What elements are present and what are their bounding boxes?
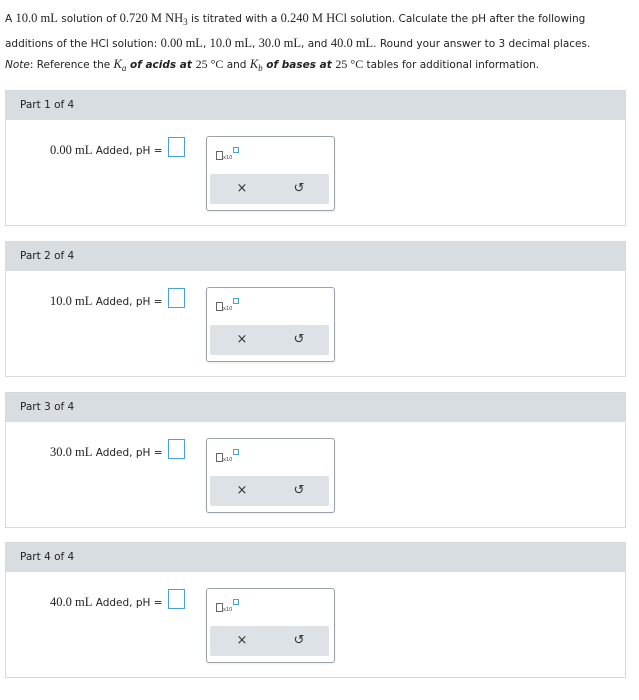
problem-sep: ,	[202, 38, 210, 51]
tool-bar: × ↺	[210, 174, 329, 204]
added-volume: 10.0 mL	[50, 294, 93, 308]
part-4: Part 4 of 4 40.0 mL Added, pH = x10 × ↺	[5, 542, 626, 678]
base-box-icon	[216, 453, 223, 462]
ph-answer-input[interactable]	[168, 589, 185, 609]
x10-text: x10	[223, 306, 233, 312]
math-tool-panel: x10 × ↺	[206, 438, 335, 513]
undo-button[interactable]: ↺	[288, 476, 310, 506]
problem-sep: ,	[251, 38, 259, 51]
clear-button[interactable]: ×	[231, 476, 253, 506]
question-label: 10.0 mL Added, pH =	[50, 294, 163, 309]
part-2: Part 2 of 4 10.0 mL Added, pH = x10 × ↺	[5, 241, 626, 377]
exponent-box-icon	[233, 298, 239, 304]
note-acids: of acids at	[126, 59, 196, 71]
note-label: Note	[5, 59, 30, 71]
label-text: Added, pH =	[92, 447, 163, 459]
ka-symbol: K	[113, 57, 122, 71]
exponent-box-icon	[233, 599, 239, 605]
question-label: 30.0 mL Added, pH =	[50, 445, 163, 460]
added-volume: 0.00 mL	[50, 143, 93, 157]
part-1: Part 1 of 4 0.00 mL Added, pH = x10 × ↺	[5, 90, 626, 226]
note-text: tables for additional information.	[363, 59, 540, 71]
note-text: and	[223, 59, 250, 71]
label-text: Added, pH =	[92, 145, 163, 157]
note-temp: 25 °C	[195, 57, 224, 71]
problem-v2: 10.0 mL	[209, 36, 252, 51]
problem-text: . Round your answer to 3 decimal places.	[373, 38, 591, 51]
question-label: 0.00 mL Added, pH =	[50, 143, 163, 158]
x10-text: x10	[223, 457, 233, 463]
clear-button[interactable]: ×	[231, 174, 253, 204]
exponent-box-icon	[233, 449, 239, 455]
note-text: : Reference the	[29, 59, 114, 71]
tool-bar: × ↺	[210, 325, 329, 355]
math-tool-panel: x10 × ↺	[206, 136, 335, 211]
undo-button[interactable]: ↺	[288, 174, 310, 204]
scientific-notation-button[interactable]: x10	[216, 449, 240, 465]
added-volume: 40.0 mL	[50, 595, 93, 609]
math-tool-panel: x10 × ↺	[206, 287, 335, 362]
label-text: Added, pH =	[92, 597, 163, 609]
ph-answer-input[interactable]	[168, 137, 185, 157]
x10-text: x10	[223, 607, 233, 613]
problem-v4: 40.0 mL	[330, 36, 374, 51]
ph-answer-input[interactable]	[168, 439, 185, 459]
problem-sep: , and	[301, 38, 331, 51]
clear-button[interactable]: ×	[231, 626, 253, 656]
x10-text: x10	[223, 155, 233, 161]
note-line: Note: Reference the Ka of acids at 25 °C…	[5, 57, 630, 76]
ph-answer-input[interactable]	[168, 288, 185, 308]
scientific-notation-button[interactable]: x10	[216, 298, 240, 314]
scientific-notation-button[interactable]: x10	[216, 599, 240, 615]
part-header: Part 1 of 4	[6, 91, 625, 120]
note-bases: of bases at	[262, 59, 336, 71]
added-volume: 30.0 mL	[50, 445, 93, 459]
problem-text: A	[5, 13, 16, 25]
problem-hcl: 0.240 M HCl	[280, 11, 347, 25]
part-header: Part 2 of 4	[6, 242, 625, 271]
problem-v1: 0.00 mL	[160, 36, 203, 51]
problem-nh3: 0.720 M NH	[119, 11, 184, 25]
scientific-notation-button[interactable]: x10	[216, 147, 240, 163]
exponent-box-icon	[233, 147, 239, 153]
math-tool-panel: x10 × ↺	[206, 588, 335, 663]
base-box-icon	[216, 302, 223, 311]
part-3: Part 3 of 4 30.0 mL Added, pH = x10 × ↺	[5, 392, 626, 528]
part-header: Part 4 of 4	[6, 543, 625, 572]
clear-button[interactable]: ×	[231, 325, 253, 355]
undo-button[interactable]: ↺	[288, 626, 310, 656]
base-box-icon	[216, 151, 223, 160]
kb-symbol: K	[249, 57, 259, 71]
tool-bar: × ↺	[210, 476, 329, 506]
problem-text: solution of	[57, 13, 120, 25]
base-box-icon	[216, 603, 223, 612]
part-header: Part 3 of 4	[6, 393, 625, 422]
undo-button[interactable]: ↺	[288, 325, 310, 355]
question-label: 40.0 mL Added, pH =	[50, 595, 163, 610]
problem-statement: A 10.0 mL solution of 0.720 M NH3 is tit…	[5, 8, 630, 55]
label-text: Added, pH =	[92, 296, 163, 308]
tool-bar: × ↺	[210, 626, 329, 656]
problem-text: is titrated with a	[187, 13, 281, 25]
problem-v3: 30.0 mL	[258, 36, 302, 51]
problem-volume: 10.0 mL	[15, 11, 58, 25]
note-temp: 25 °C	[335, 57, 364, 71]
